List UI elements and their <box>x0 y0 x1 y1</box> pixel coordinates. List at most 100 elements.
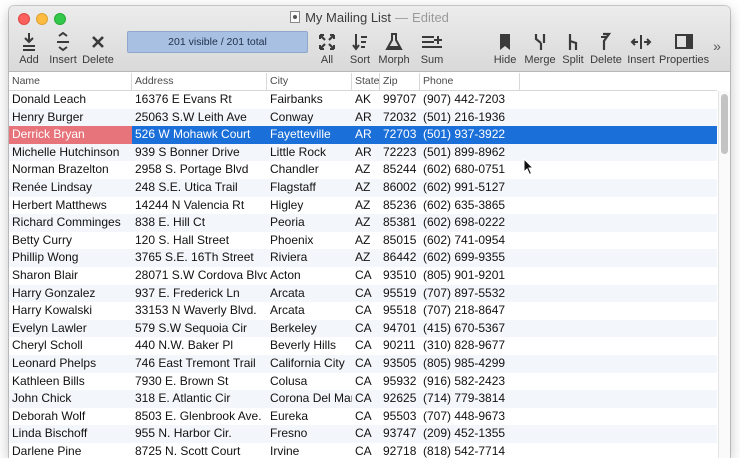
cell-state[interactable]: AR <box>352 144 380 162</box>
column-header-address[interactable]: Address <box>132 73 267 90</box>
cell-zip[interactable]: 95503 <box>380 408 420 426</box>
cell-phone[interactable]: (501) 899-8962 <box>420 144 520 162</box>
cell-city[interactable]: Eureka <box>267 408 352 426</box>
cell-state[interactable]: CA <box>352 390 380 408</box>
cell-state[interactable]: AZ <box>352 232 380 250</box>
cell-state[interactable]: CA <box>352 355 380 373</box>
cell-name[interactable]: Norman Brazelton <box>9 161 132 179</box>
insert-column-button[interactable]: Insert <box>625 32 657 67</box>
cell-address[interactable]: 838 E. Hill Ct <box>132 214 267 232</box>
cell-address[interactable]: 3765 S.E. 16Th Street <box>132 249 267 267</box>
cell-state[interactable]: AZ <box>352 179 380 197</box>
cell-zip[interactable]: 94701 <box>380 320 420 338</box>
cell-state[interactable]: CA <box>352 267 380 285</box>
cell-city[interactable]: Riviera <box>267 249 352 267</box>
cell-zip[interactable]: 99707 <box>380 91 420 109</box>
cell-city[interactable]: Little Rock <box>267 144 352 162</box>
cell-phone[interactable]: (602) 698-0222 <box>420 214 520 232</box>
cell-address[interactable]: 16376 E Evans Rt <box>132 91 267 109</box>
cell-state[interactable]: CA <box>352 285 380 303</box>
cell-name[interactable]: Donald Leach <box>9 91 132 109</box>
sum-button[interactable]: Sum <box>417 32 447 67</box>
cell-zip[interactable]: 93505 <box>380 355 420 373</box>
cell-zip[interactable]: 72703 <box>380 126 420 144</box>
cell-state[interactable]: AR <box>352 109 380 127</box>
cell-city[interactable]: Colusa <box>267 373 352 391</box>
cell-phone[interactable]: (805) 901-9201 <box>420 267 520 285</box>
cell-phone[interactable]: (415) 670-5367 <box>420 320 520 338</box>
cell-phone[interactable]: (501) 216-1936 <box>420 109 520 127</box>
column-header-state[interactable]: State <box>352 73 380 90</box>
table-row[interactable]: Phillip Wong 3765 S.E. 16Th Street Riviera… <box>9 249 717 267</box>
table-row[interactable]: Renée Lindsay 248 S.E. Utica Trail Flagsta… <box>9 179 717 197</box>
cell-phone[interactable]: (714) 779-3814 <box>420 390 520 408</box>
cell-phone[interactable]: (501) 937-3922 <box>420 126 520 144</box>
cell-address[interactable]: 579 S.W Sequoia Cir <box>132 320 267 338</box>
cell-address[interactable]: 939 S Bonner Drive <box>132 144 267 162</box>
toolbar-overflow-button[interactable]: » <box>711 39 723 53</box>
table-row[interactable]: Linda Bischoff 955 N. Harbor Cir. Fresno CA… <box>9 425 717 443</box>
cell-zip[interactable]: 85381 <box>380 214 420 232</box>
cell-city[interactable]: Conway <box>267 109 352 127</box>
cell-address[interactable]: 440 N.W. Baker Pl <box>132 337 267 355</box>
cell-city[interactable]: Beverly Hills <box>267 337 352 355</box>
cell-zip[interactable]: 85236 <box>380 197 420 215</box>
cell-name[interactable]: Linda Bischoff <box>9 425 132 443</box>
table-row[interactable]: Evelyn Lawler 579 S.W Sequoia Cir Berkeley… <box>9 319 717 338</box>
cell-state[interactable]: CA <box>352 320 380 338</box>
cell-zip[interactable]: 93510 <box>380 267 420 285</box>
cell-phone[interactable]: (602) 680-0751 <box>420 161 520 179</box>
table-row[interactable]: Derrick Bryan 526 W Mohawk Court Fayettevi… <box>9 126 717 144</box>
cell-zip[interactable]: 72223 <box>380 144 420 162</box>
cell-address[interactable]: 120 S. Hall Street <box>132 232 267 250</box>
cell-zip[interactable]: 93747 <box>380 425 420 443</box>
table-row[interactable]: Harry Gonzalez 937 E. Frederick Ln Arcata C… <box>9 284 717 303</box>
vertical-scrollbar[interactable] <box>718 91 730 458</box>
cell-city[interactable]: Corona Del Mar <box>267 390 352 408</box>
cell-address[interactable]: 526 W Mohawk Court <box>132 126 267 144</box>
cell-phone[interactable]: (707) 448-9673 <box>420 408 520 426</box>
cell-address[interactable]: 2958 S. Portage Blvd <box>132 161 267 179</box>
cell-name[interactable]: Betty Curry <box>9 232 132 250</box>
cell-name[interactable]: Kathleen Bills <box>9 373 132 391</box>
cell-zip[interactable]: 92718 <box>380 443 420 458</box>
table-row[interactable]: Sharon Blair 28071 S.W Cordova Blvd Acton C… <box>9 267 717 285</box>
cell-name[interactable]: Evelyn Lawler <box>9 320 132 338</box>
cell-name[interactable]: Michelle Hutchinson <box>9 144 132 162</box>
cell-city[interactable]: Fayetteville <box>267 126 352 144</box>
cell-city[interactable]: Chandler <box>267 161 352 179</box>
cell-address[interactable]: 8503 E. Glenbrook Ave. <box>132 408 267 426</box>
table-row[interactable]: Kathleen Bills 7930 E. Brown St Colusa CA 95… <box>9 373 717 391</box>
cell-state[interactable]: CA <box>352 337 380 355</box>
cell-name[interactable]: Darlene Pine <box>9 443 132 458</box>
show-all-button[interactable]: All <box>315 32 339 67</box>
table-row[interactable]: Herbert Matthews 14244 N Valencia Rt Higle… <box>9 197 717 215</box>
cell-name[interactable]: Leonard Phelps <box>9 355 132 373</box>
table-row[interactable]: Darlene Pine 8725 N. Scott Court Irvine CA 9… <box>9 443 717 458</box>
cell-address[interactable]: 28071 S.W Cordova Blvd <box>132 267 267 285</box>
column-header-zip[interactable]: Zip <box>380 73 420 90</box>
merge-columns-button[interactable]: Merge <box>523 32 557 67</box>
cell-zip[interactable]: 92625 <box>380 390 420 408</box>
table-row[interactable]: Cheryl Scholl 440 N.W. Baker Pl Beverly Hi… <box>9 337 717 355</box>
scroll-thumb[interactable] <box>721 94 728 154</box>
split-column-button[interactable]: Split <box>560 32 586 67</box>
cell-address[interactable]: 318 E. Atlantic Cir <box>132 390 267 408</box>
table-row[interactable]: Leonard Phelps 746 East Tremont Trail Cali… <box>9 355 717 373</box>
cell-state[interactable]: CA <box>352 425 380 443</box>
cell-phone[interactable]: (818) 542-7714 <box>420 443 520 458</box>
column-header-phone[interactable]: Phone <box>420 73 520 90</box>
column-header-city[interactable]: City <box>267 73 352 90</box>
cell-name[interactable]: Deborah Wolf <box>9 408 132 426</box>
cell-city[interactable]: Phoenix <box>267 232 352 250</box>
table-row[interactable]: John Chick 318 E. Atlantic Cir Corona Del … <box>9 390 717 408</box>
cell-city[interactable]: Flagstaff <box>267 179 352 197</box>
cell-name[interactable]: Herbert Matthews <box>9 197 132 215</box>
cell-city[interactable]: Peoria <box>267 214 352 232</box>
table-row[interactable]: Henry Burger 25063 S.W Leith Ave Conway AR 7… <box>9 108 717 127</box>
cell-city[interactable]: Fresno <box>267 425 352 443</box>
cell-address[interactable]: 955 N. Harbor Cir. <box>132 425 267 443</box>
cell-state[interactable]: CA <box>352 408 380 426</box>
cell-zip[interactable]: 72032 <box>380 109 420 127</box>
cell-phone[interactable]: (602) 741-0954 <box>420 232 520 250</box>
